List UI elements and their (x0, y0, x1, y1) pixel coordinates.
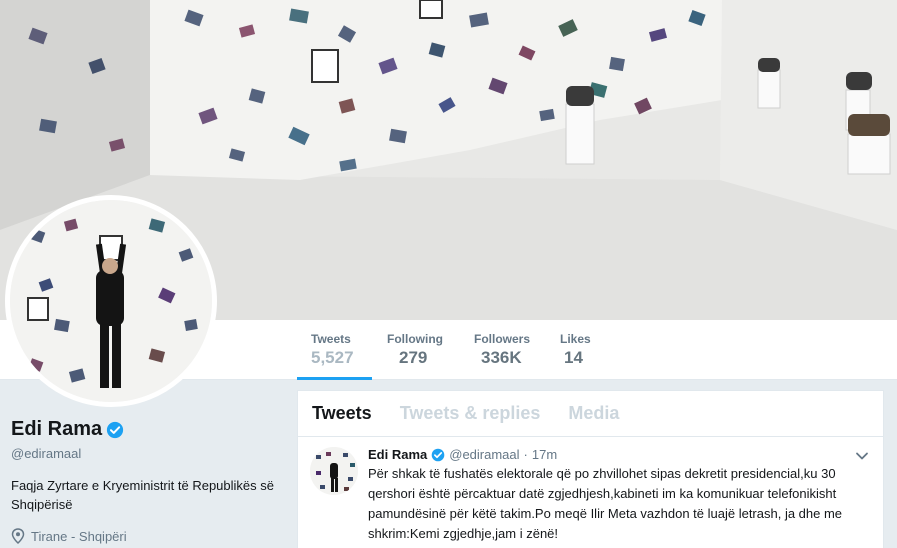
tweet-item[interactable]: Edi Rama @ediramaal · 17m Për shkak të f… (298, 437, 883, 544)
stat-likes-value: 14 (564, 348, 583, 367)
stat-tweets[interactable]: Tweets 5,527 (297, 320, 372, 380)
stat-tweets-label: Tweets (311, 332, 351, 346)
profile-bio: Faqja Zyrtare e Kryeministrit të Republi… (11, 478, 274, 512)
chevron-down-icon[interactable] (855, 449, 869, 463)
timeline-tabs: Tweets Tweets & replies Media (298, 391, 883, 437)
stat-following-value: 279 (399, 348, 428, 367)
location-pin-icon (11, 528, 25, 544)
profile-location: Tirane - Shqipëri (11, 528, 127, 544)
tweet-author-handle[interactable]: @ediramaal (449, 447, 519, 462)
profile-location-text: Tirane - Shqipëri (31, 528, 127, 544)
stat-followers[interactable]: Followers 336K (474, 320, 530, 380)
stat-likes-label: Likes (560, 332, 591, 346)
tweet-author-avatar[interactable] (310, 447, 358, 495)
tweet-author-name[interactable]: Edi Rama (368, 447, 427, 462)
stat-likes[interactable]: Likes 14 (560, 320, 591, 380)
profile-handle[interactable]: @ediramaal (11, 446, 81, 461)
timeline-panel: Tweets Tweets & replies Media Edi Rama @… (297, 390, 884, 548)
verified-badge-icon (431, 448, 445, 461)
tab-tweets[interactable]: Tweets (312, 403, 372, 424)
profile-name-row: Edi Rama (11, 418, 124, 441)
stat-followers-value: 336K (481, 348, 522, 367)
stat-following-label: Following (387, 332, 443, 346)
stat-following[interactable]: Following 279 (387, 320, 443, 380)
tweet-header: Edi Rama @ediramaal · 17m (368, 447, 869, 462)
profile-avatar[interactable] (5, 195, 217, 407)
tweet-timestamp[interactable]: 17m (532, 447, 557, 462)
profile-name[interactable]: Edi Rama (11, 418, 102, 441)
tweet-separator: · (523, 447, 528, 462)
tab-media[interactable]: Media (568, 403, 619, 424)
tab-tweets-and-replies[interactable]: Tweets & replies (400, 403, 541, 424)
tweet-text: Për shkak të fushatës elektorale që po z… (368, 466, 843, 541)
verified-badge-icon (107, 421, 124, 438)
stat-followers-label: Followers (474, 332, 531, 346)
stat-tweets-value: 5,527 (311, 348, 354, 367)
